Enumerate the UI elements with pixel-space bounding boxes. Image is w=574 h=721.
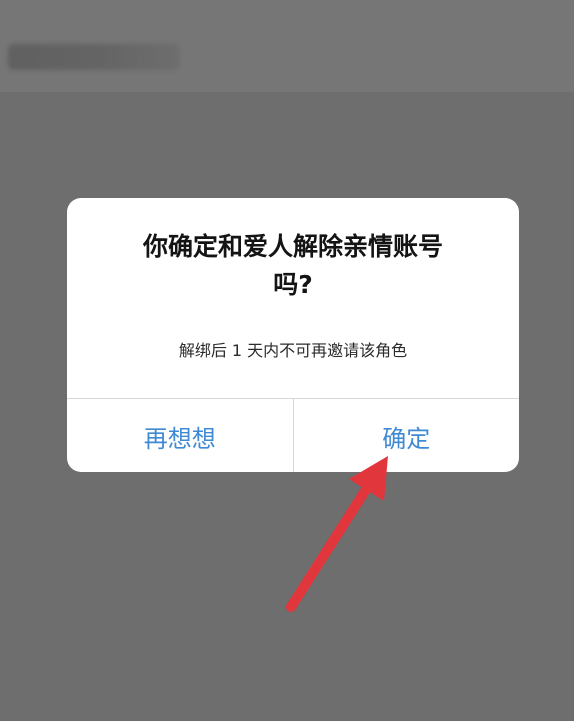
dialog-title: 你确定和爱人解除亲情账号吗? xyxy=(142,232,443,299)
dialog-message: 解绑后 1 天内不可再邀请该角色 xyxy=(178,341,408,360)
confirm-button[interactable]: 确定 xyxy=(294,399,520,472)
blurred-page-title xyxy=(8,44,180,70)
top-bar xyxy=(0,0,574,92)
unbind-confirm-dialog: 你确定和爱人解除亲情账号吗? 解绑后 1 天内不可再邀请该角色 再想想 确定 xyxy=(67,198,519,472)
cancel-button[interactable]: 再想想 xyxy=(67,399,294,472)
dialog-actions: 再想想 确定 xyxy=(67,398,519,472)
